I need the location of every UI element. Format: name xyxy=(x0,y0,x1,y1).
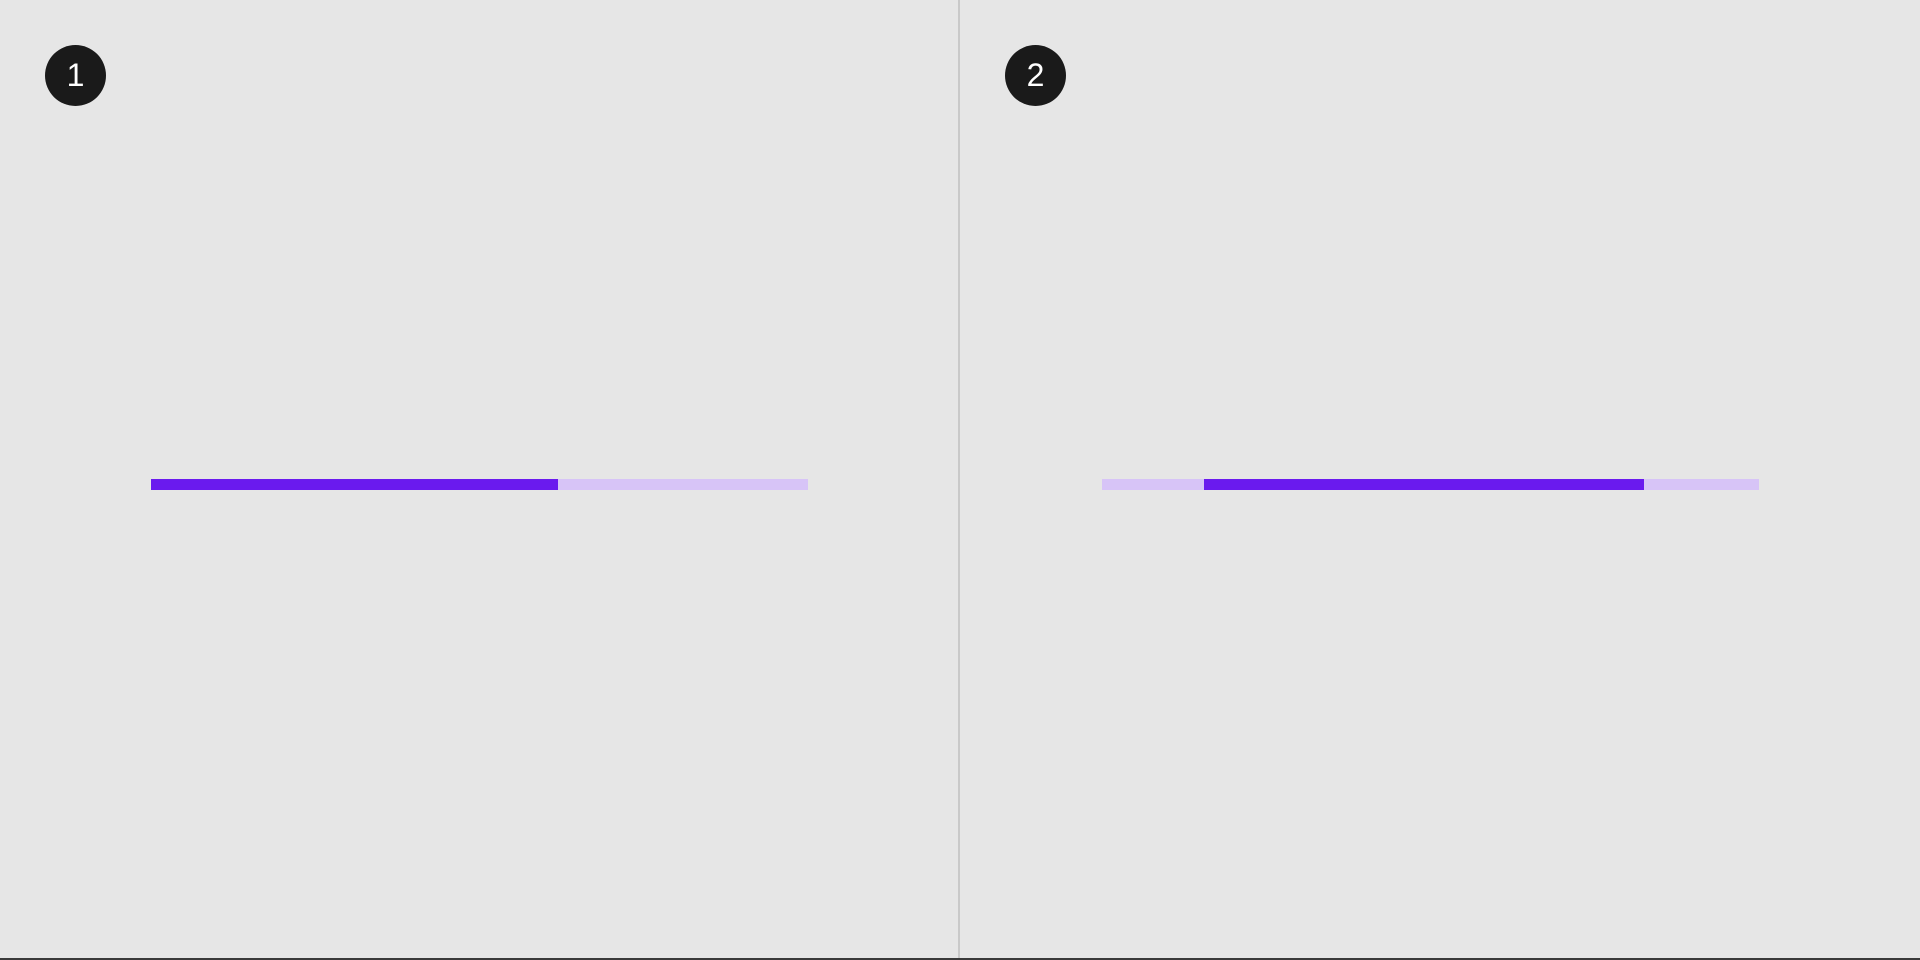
panel-indeterminate: 2 xyxy=(960,0,1920,960)
step-number-badge-2: 2 xyxy=(1005,45,1066,106)
linear-progress-indicator-determinate xyxy=(151,479,559,490)
linear-progress-track-determinate xyxy=(151,479,808,490)
comparison-canvas: 1 2 xyxy=(0,0,1920,960)
panel-determinate: 1 xyxy=(0,0,958,960)
step-number-badge-1: 1 xyxy=(45,45,106,106)
linear-progress-track-indeterminate xyxy=(1102,479,1759,490)
linear-progress-indicator-indeterminate xyxy=(1203,479,1645,490)
